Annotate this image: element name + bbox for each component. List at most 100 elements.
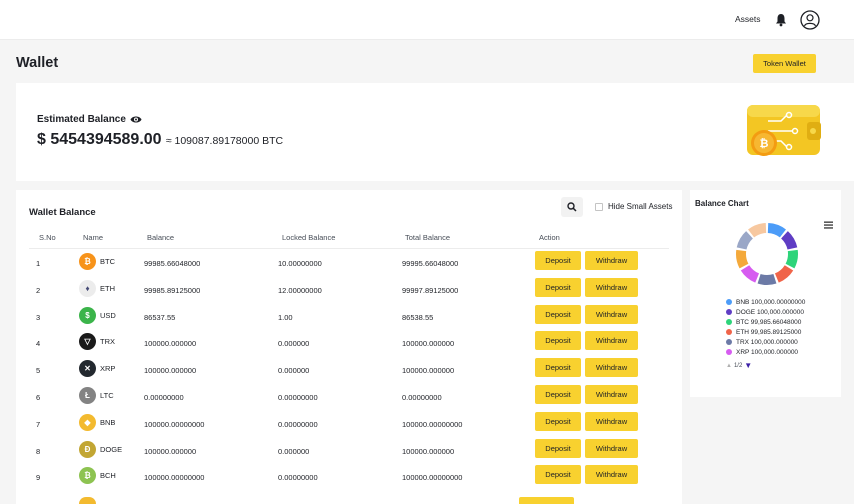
row-balance: 100000.00000000 — [144, 473, 205, 483]
deposit-button[interactable]: Deposit — [535, 465, 581, 485]
row-sno: 7 — [36, 419, 41, 429]
donut-slice[interactable] — [781, 231, 798, 250]
row-balance: 100000.000000 — [144, 366, 197, 376]
user-avatar-icon[interactable] — [800, 10, 820, 30]
row-total-balance: 100000.000000 — [402, 446, 455, 456]
wallet-balance-card: Wallet Balance Hide Small Assets S.No Na… — [16, 190, 682, 504]
deposit-button[interactable]: Deposit — [535, 251, 581, 270]
legend-item[interactable]: XRP 100,000.000000 — [726, 347, 805, 357]
balance-chart-card: Balance Chart BNB 100,000.00000000 DOGE 1… — [690, 190, 841, 397]
legend-swatch — [726, 339, 732, 345]
row-locked-balance: 10.00000000 — [278, 259, 322, 268]
withdraw-button[interactable]: Withdraw — [585, 251, 638, 270]
donut-slice[interactable] — [748, 223, 767, 238]
legend-swatch — [726, 309, 732, 315]
withdraw-button[interactable]: Withdraw — [585, 277, 638, 297]
row-coin-name: XRP — [100, 364, 116, 374]
col-sno: S.No — [39, 233, 56, 242]
row-total-balance: 86538.55 — [402, 312, 434, 322]
row-coin-name: BCH — [100, 471, 116, 481]
legend-item[interactable]: DOGE 100,000.000000 — [726, 307, 805, 317]
donut-slice[interactable] — [736, 249, 749, 269]
row-balance: 100000.000000 — [144, 339, 197, 349]
row-coin-name: BTC — [100, 257, 115, 266]
legend-swatch — [726, 329, 732, 335]
deposit-button[interactable]: Deposit — [535, 411, 581, 431]
table-row: 9 ₿ BCH 100000.00000000 0.00000000 100000.000… — [29, 464, 669, 491]
legend-item[interactable]: BTC 99,985.66048000 — [726, 317, 805, 327]
withdraw-button[interactable]: Withdraw — [585, 358, 638, 378]
legend-swatch — [726, 299, 732, 305]
donut-slice[interactable] — [740, 265, 760, 283]
deposit-button[interactable]: Deposit — [535, 385, 581, 404]
hide-small-assets-checkbox[interactable] — [595, 202, 603, 211]
pager-prev-icon[interactable]: ▲ — [726, 363, 732, 369]
col-locked-balance: Locked Balance — [282, 233, 336, 242]
legend-label: ETH 99,985.89125000 — [736, 328, 802, 336]
hide-small-assets-toggle[interactable]: Hide Small Assets — [595, 202, 672, 211]
donut-slice[interactable] — [757, 274, 777, 285]
row-locked-balance: 12.00000000 — [278, 285, 322, 295]
deposit-button[interactable]: Deposit — [535, 438, 581, 458]
deposit-button[interactable]: Deposit — [535, 331, 581, 351]
legend-pager: ▲ 1/2 ▼ — [726, 361, 752, 370]
withdraw-button[interactable]: Withdraw — [585, 331, 638, 351]
hamburger-menu-icon[interactable] — [824, 221, 833, 229]
nav-assets-link[interactable]: Assets — [735, 14, 761, 24]
deposit-button[interactable]: Deposit — [535, 277, 581, 297]
withdraw-button[interactable]: Withdraw — [585, 465, 638, 485]
row-sno: 4 — [36, 339, 41, 349]
withdraw-button[interactable]: Withdraw — [585, 411, 638, 431]
row-total-balance: 100000.00000000 — [402, 473, 463, 483]
token-wallet-button[interactable]: Token Wallet — [753, 54, 816, 73]
bell-icon[interactable] — [775, 13, 787, 27]
estimated-balance-card: Estimated Balance $ 5454394589.00 ≈ 1090… — [16, 83, 854, 181]
bnb-icon: ◆ — [79, 413, 96, 431]
search-button[interactable] — [561, 197, 583, 217]
row-coin-name: ETH — [100, 283, 115, 293]
deposit-button[interactable]: Deposit — [535, 358, 581, 378]
deposit-button-partial[interactable] — [519, 497, 574, 504]
eye-icon[interactable] — [130, 115, 142, 124]
col-balance: Balance — [147, 233, 175, 242]
legend-label: XRP 100,000.000000 — [736, 348, 799, 356]
legend-swatch — [726, 319, 732, 325]
row-sno: 1 — [36, 259, 41, 268]
donut-slice[interactable] — [774, 265, 794, 283]
row-sno: 2 — [36, 285, 41, 295]
withdraw-button[interactable]: Withdraw — [585, 304, 638, 324]
balance-usd-value: $ 5454394589.00 — [37, 131, 162, 148]
withdraw-button[interactable]: Withdraw — [585, 385, 638, 404]
row-balance: 100000.000000 — [144, 446, 197, 456]
table-row: 3 $ USD 86537.55 1.00 86538.55 Deposit Withdraw — [29, 304, 669, 331]
deposit-button[interactable]: Deposit — [535, 304, 581, 324]
withdraw-button[interactable]: Withdraw — [585, 438, 638, 458]
balance-donut-chart — [736, 223, 798, 285]
row-locked-balance: 0.000000 — [278, 446, 310, 456]
table-row: 7 ◆ BNB 100000.00000000 0.00000000 100000.000… — [29, 411, 669, 438]
hide-small-assets-label: Hide Small Assets — [608, 202, 673, 211]
legend-item[interactable]: ETH 99,985.89125000 — [726, 327, 805, 337]
row-locked-balance: 1.00 — [278, 312, 293, 322]
donut-slice[interactable] — [736, 231, 753, 250]
legend-item[interactable]: BNB 100,000.00000000 — [726, 297, 805, 307]
pager-next-icon[interactable]: ▼ — [744, 361, 752, 370]
donut-slice[interactable] — [785, 249, 798, 269]
row-locked-balance: 0.000000 — [278, 366, 310, 376]
balance-btc-value: ≈ 109087.89178000 BTC — [165, 135, 284, 147]
legend-label: TRX 100,000.000000 — [736, 338, 798, 346]
xrp-icon: ✕ — [79, 360, 96, 378]
coin-icon-partial — [79, 497, 96, 504]
row-total-balance: 0.00000000 — [402, 393, 442, 402]
legend-item[interactable]: TRX 100,000.000000 — [726, 337, 805, 347]
row-total-balance: 100000.000000 — [402, 339, 455, 349]
eth-icon: ♦ — [79, 279, 96, 297]
row-coin-name: BNB — [100, 417, 116, 427]
chart-legend: BNB 100,000.00000000 DOGE 100,000.000000 B… — [726, 297, 805, 357]
table-row: 5 ✕ XRP 100000.000000 0.000000 100000.000000 D… — [29, 357, 669, 384]
row-sno: 8 — [36, 446, 41, 456]
donut-slice[interactable] — [767, 223, 786, 238]
doge-icon: Ð — [79, 440, 96, 458]
legend-label: BTC 99,985.66048000 — [736, 318, 802, 326]
row-total-balance: 100000.000000 — [402, 366, 455, 376]
